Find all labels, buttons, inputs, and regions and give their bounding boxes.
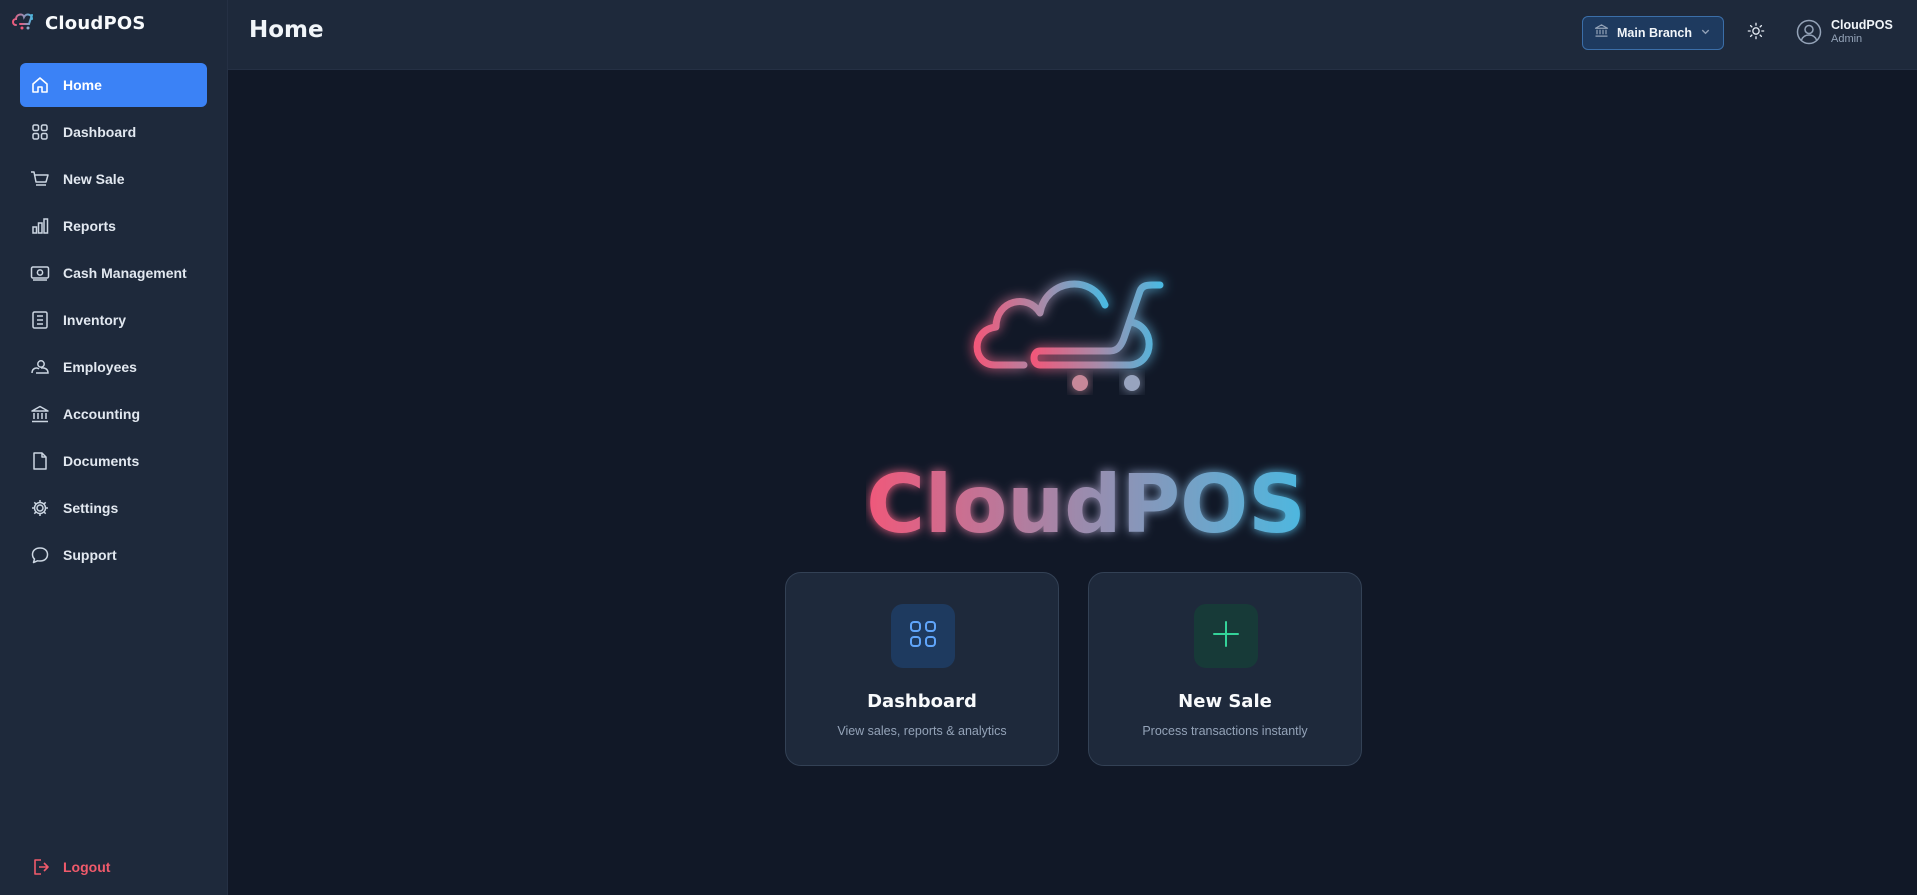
user-role: Admin xyxy=(1831,33,1863,45)
sidebar: CloudPOS Home Dashboard New Sale Reports xyxy=(0,0,228,895)
sidebar-item-label: Accounting xyxy=(63,406,140,422)
sidebar-item-reports[interactable]: Reports xyxy=(20,204,207,248)
hero-brand-text: CloudPOS xyxy=(866,458,1306,551)
sidebar-item-home[interactable]: Home xyxy=(20,63,207,107)
sidebar-item-label: New Sale xyxy=(63,171,125,187)
sidebar-item-label: Support xyxy=(63,547,117,563)
top-header: Home Main Branch CloudPOS Admin xyxy=(228,0,1917,70)
plus-icon xyxy=(1211,619,1241,654)
sidebar-item-cash-management[interactable]: Cash Management xyxy=(20,251,207,295)
sidebar-item-support[interactable]: Support xyxy=(20,533,207,577)
bar-chart-icon xyxy=(30,216,50,236)
sidebar-nav: Home Dashboard New Sale Reports Cash Man… xyxy=(20,63,207,580)
cart-icon xyxy=(30,169,50,189)
document-icon xyxy=(30,451,50,471)
hero-brand: CloudPOS xyxy=(866,415,1306,565)
branch-select[interactable]: Main Branch xyxy=(1582,16,1724,50)
logout-label: Logout xyxy=(63,859,111,875)
sidebar-item-accounting[interactable]: Accounting xyxy=(20,392,207,436)
sidebar-item-new-sale[interactable]: New Sale xyxy=(20,157,207,201)
list-icon xyxy=(30,310,50,330)
brand[interactable]: CloudPOS xyxy=(12,10,146,36)
card-subtitle: View sales, reports & analytics xyxy=(837,724,1007,738)
logout-button[interactable]: Logout xyxy=(20,845,110,889)
sidebar-item-inventory[interactable]: Inventory xyxy=(20,298,207,342)
card-subtitle: Process transactions instantly xyxy=(1142,724,1308,738)
sidebar-item-label: Inventory xyxy=(63,312,127,328)
cloud-cart-logo-icon xyxy=(960,235,1210,400)
sidebar-item-documents[interactable]: Documents xyxy=(20,439,207,483)
user-info: CloudPOS Admin xyxy=(1831,18,1893,46)
sidebar-item-employees[interactable]: Employees xyxy=(20,345,207,389)
grid-icon xyxy=(30,122,50,142)
new-sale-card-icon-box xyxy=(1194,604,1258,668)
gear-icon xyxy=(30,498,50,518)
sun-icon xyxy=(1747,22,1765,45)
employees-icon xyxy=(30,357,50,377)
chevron-down-icon xyxy=(1700,24,1711,42)
cloud-cart-logo-icon xyxy=(12,11,38,36)
theme-toggle-button[interactable] xyxy=(1745,22,1767,44)
dashboard-card-icon-box xyxy=(891,604,955,668)
sidebar-item-label: Employees xyxy=(63,359,137,375)
sidebar-item-label: Dashboard xyxy=(63,124,137,140)
new-sale-card[interactable]: New Sale Process transactions instantly xyxy=(1088,572,1362,766)
page-title: Home xyxy=(249,17,324,43)
card-title: Dashboard xyxy=(867,691,977,712)
grid-icon xyxy=(908,619,938,654)
sidebar-item-label: Home xyxy=(63,77,102,93)
user-menu[interactable]: CloudPOS Admin xyxy=(1796,18,1893,46)
home-icon xyxy=(30,75,50,95)
user-circle-icon xyxy=(1796,19,1822,45)
dashboard-card[interactable]: Dashboard View sales, reports & analytic… xyxy=(785,572,1059,766)
sidebar-item-settings[interactable]: Settings xyxy=(20,486,207,530)
logout-icon xyxy=(30,857,50,877)
branch-select-value: Main Branch xyxy=(1617,26,1693,40)
user-name: CloudPOS xyxy=(1831,18,1893,32)
sidebar-item-dashboard[interactable]: Dashboard xyxy=(20,110,207,154)
card-title: New Sale xyxy=(1178,691,1272,712)
sidebar-item-label: Cash Management xyxy=(63,265,187,281)
sidebar-item-label: Reports xyxy=(63,218,116,234)
bank-icon xyxy=(30,404,50,424)
brand-name: CloudPOS xyxy=(45,12,146,34)
main-content: CloudPOS Dashboard View sales, reports &… xyxy=(228,70,1917,895)
sidebar-item-label: Documents xyxy=(63,453,140,469)
chat-bubble-icon xyxy=(30,545,50,565)
bank-icon xyxy=(1594,23,1609,43)
cash-icon xyxy=(30,263,50,283)
sidebar-item-label: Settings xyxy=(63,500,119,516)
